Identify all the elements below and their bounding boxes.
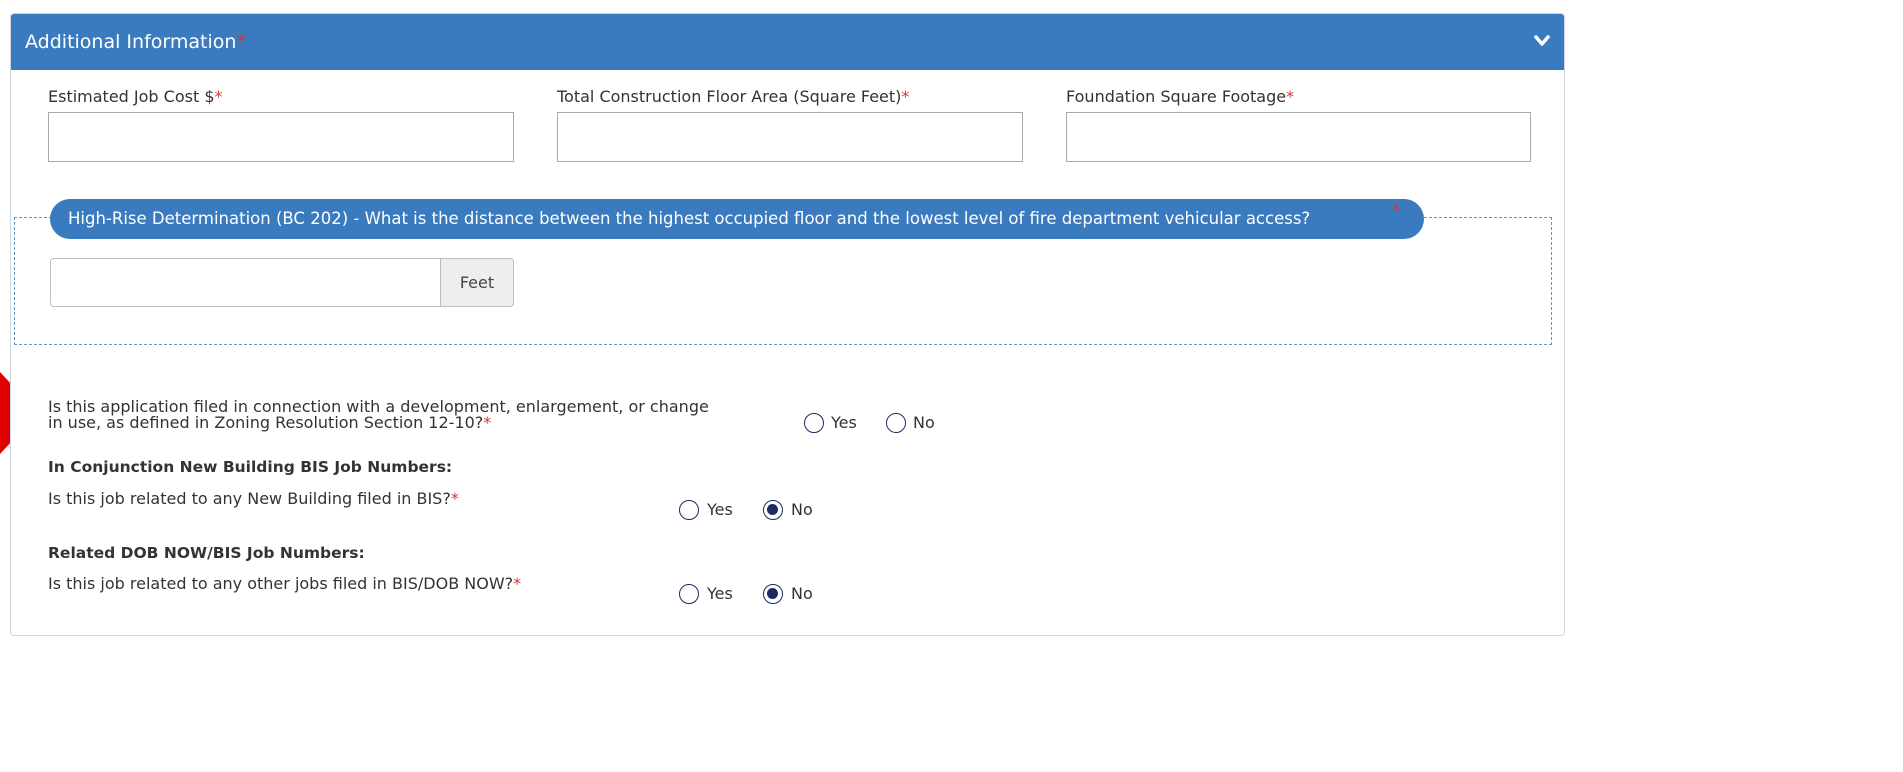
required-mark: * [236, 31, 246, 53]
nb-no-label[interactable]: No [791, 500, 813, 519]
zoning-no-label[interactable]: No [913, 413, 935, 432]
zoning-no-radio[interactable] [886, 413, 906, 433]
related-heading: Related DOB NOW/BIS Job Numbers: [48, 544, 365, 562]
feet-unit-addon: Feet [440, 258, 514, 307]
related-yes-label[interactable]: Yes [707, 584, 733, 603]
nb-question: Is this job related to any New Building … [48, 489, 459, 508]
chevron-down-icon[interactable] [1534, 34, 1550, 48]
related-yes-radio[interactable] [679, 584, 699, 604]
zoning-question: Is this application filed in connection … [48, 397, 709, 432]
nb-yes-label[interactable]: Yes [707, 500, 733, 519]
foundation-label: Foundation Square Footage* [1066, 87, 1295, 106]
high-rise-legend: High-Rise Determination (BC 202) - What … [50, 199, 1424, 239]
nb-no-radio[interactable] [763, 500, 783, 520]
foundation-input[interactable] [1066, 112, 1531, 162]
floor-area-input[interactable] [557, 112, 1023, 162]
panel-title: Additional Information* [25, 31, 246, 53]
panel-header[interactable]: Additional Information* [11, 14, 1564, 70]
nb-yes-radio[interactable] [679, 500, 699, 520]
job-cost-label: Estimated Job Cost $* [48, 87, 223, 106]
high-rise-distance-input[interactable] [50, 258, 441, 307]
nb-heading: In Conjunction New Building BIS Job Numb… [48, 458, 453, 476]
related-no-radio[interactable] [763, 584, 783, 604]
related-question: Is this job related to any other jobs fi… [48, 574, 522, 593]
high-rise-question: High-Rise Determination (BC 202) - What … [68, 209, 1311, 228]
zoning-yes-radio[interactable] [804, 413, 824, 433]
floor-area-label: Total Construction Floor Area (Square Fe… [557, 87, 910, 106]
zoning-yes-label[interactable]: Yes [831, 413, 857, 432]
required-mark: * [1392, 200, 1400, 219]
related-no-label[interactable]: No [791, 584, 813, 603]
job-cost-input[interactable] [48, 112, 514, 162]
